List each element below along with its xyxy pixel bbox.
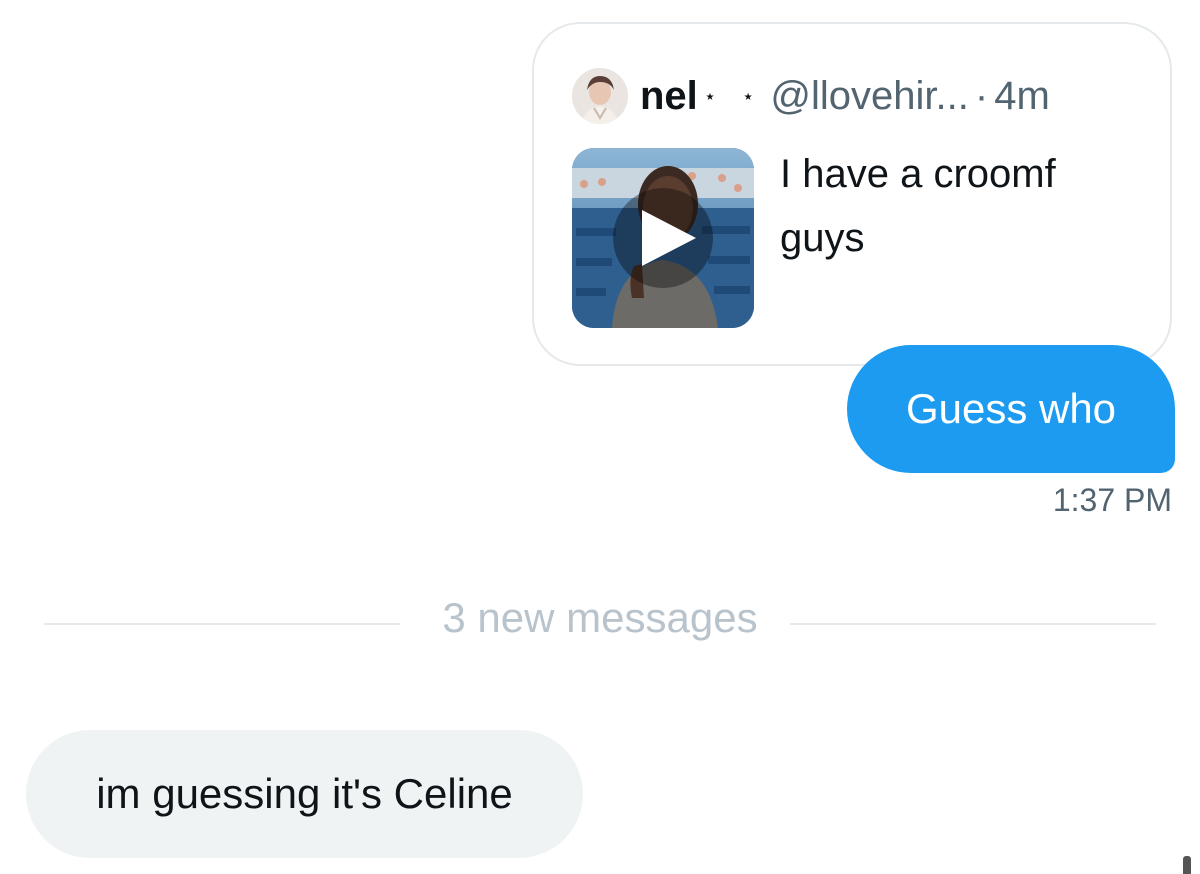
star-decoration: ⋆ ⋆ xyxy=(703,85,765,108)
new-messages-divider: 3 new messages xyxy=(44,590,1156,650)
quoted-post-text: I have a croomf guys xyxy=(780,152,1056,260)
quoted-post-card[interactable]: nel ⋆ ⋆ @llovehir... · 4m I have a croom… xyxy=(532,22,1172,366)
incoming-message-bubble[interactable]: im guessing it's Celine xyxy=(26,730,583,858)
separator-dot: · xyxy=(974,73,989,118)
avatar[interactable] xyxy=(572,68,628,124)
outgoing-message-text: Guess who xyxy=(905,385,1117,432)
divider-line-right xyxy=(790,623,1156,625)
new-messages-label: 3 new messages xyxy=(442,594,758,641)
outgoing-message-bubble[interactable]: Guess who xyxy=(847,345,1175,473)
video-thumbnail[interactable] xyxy=(572,148,754,328)
incoming-message-text: im guessing it's Celine xyxy=(96,770,513,817)
quoted-post-time: 4m xyxy=(994,73,1050,118)
scrollbar-thumb[interactable] xyxy=(1183,856,1191,874)
quoted-author-name[interactable]: nel xyxy=(640,74,698,119)
quoted-author-handle[interactable]: @llovehir... xyxy=(770,74,968,119)
quoted-post-header: nel ⋆ ⋆ @llovehir... · 4m xyxy=(572,66,1050,126)
message-timestamp: 1:37 PM xyxy=(1052,482,1172,518)
